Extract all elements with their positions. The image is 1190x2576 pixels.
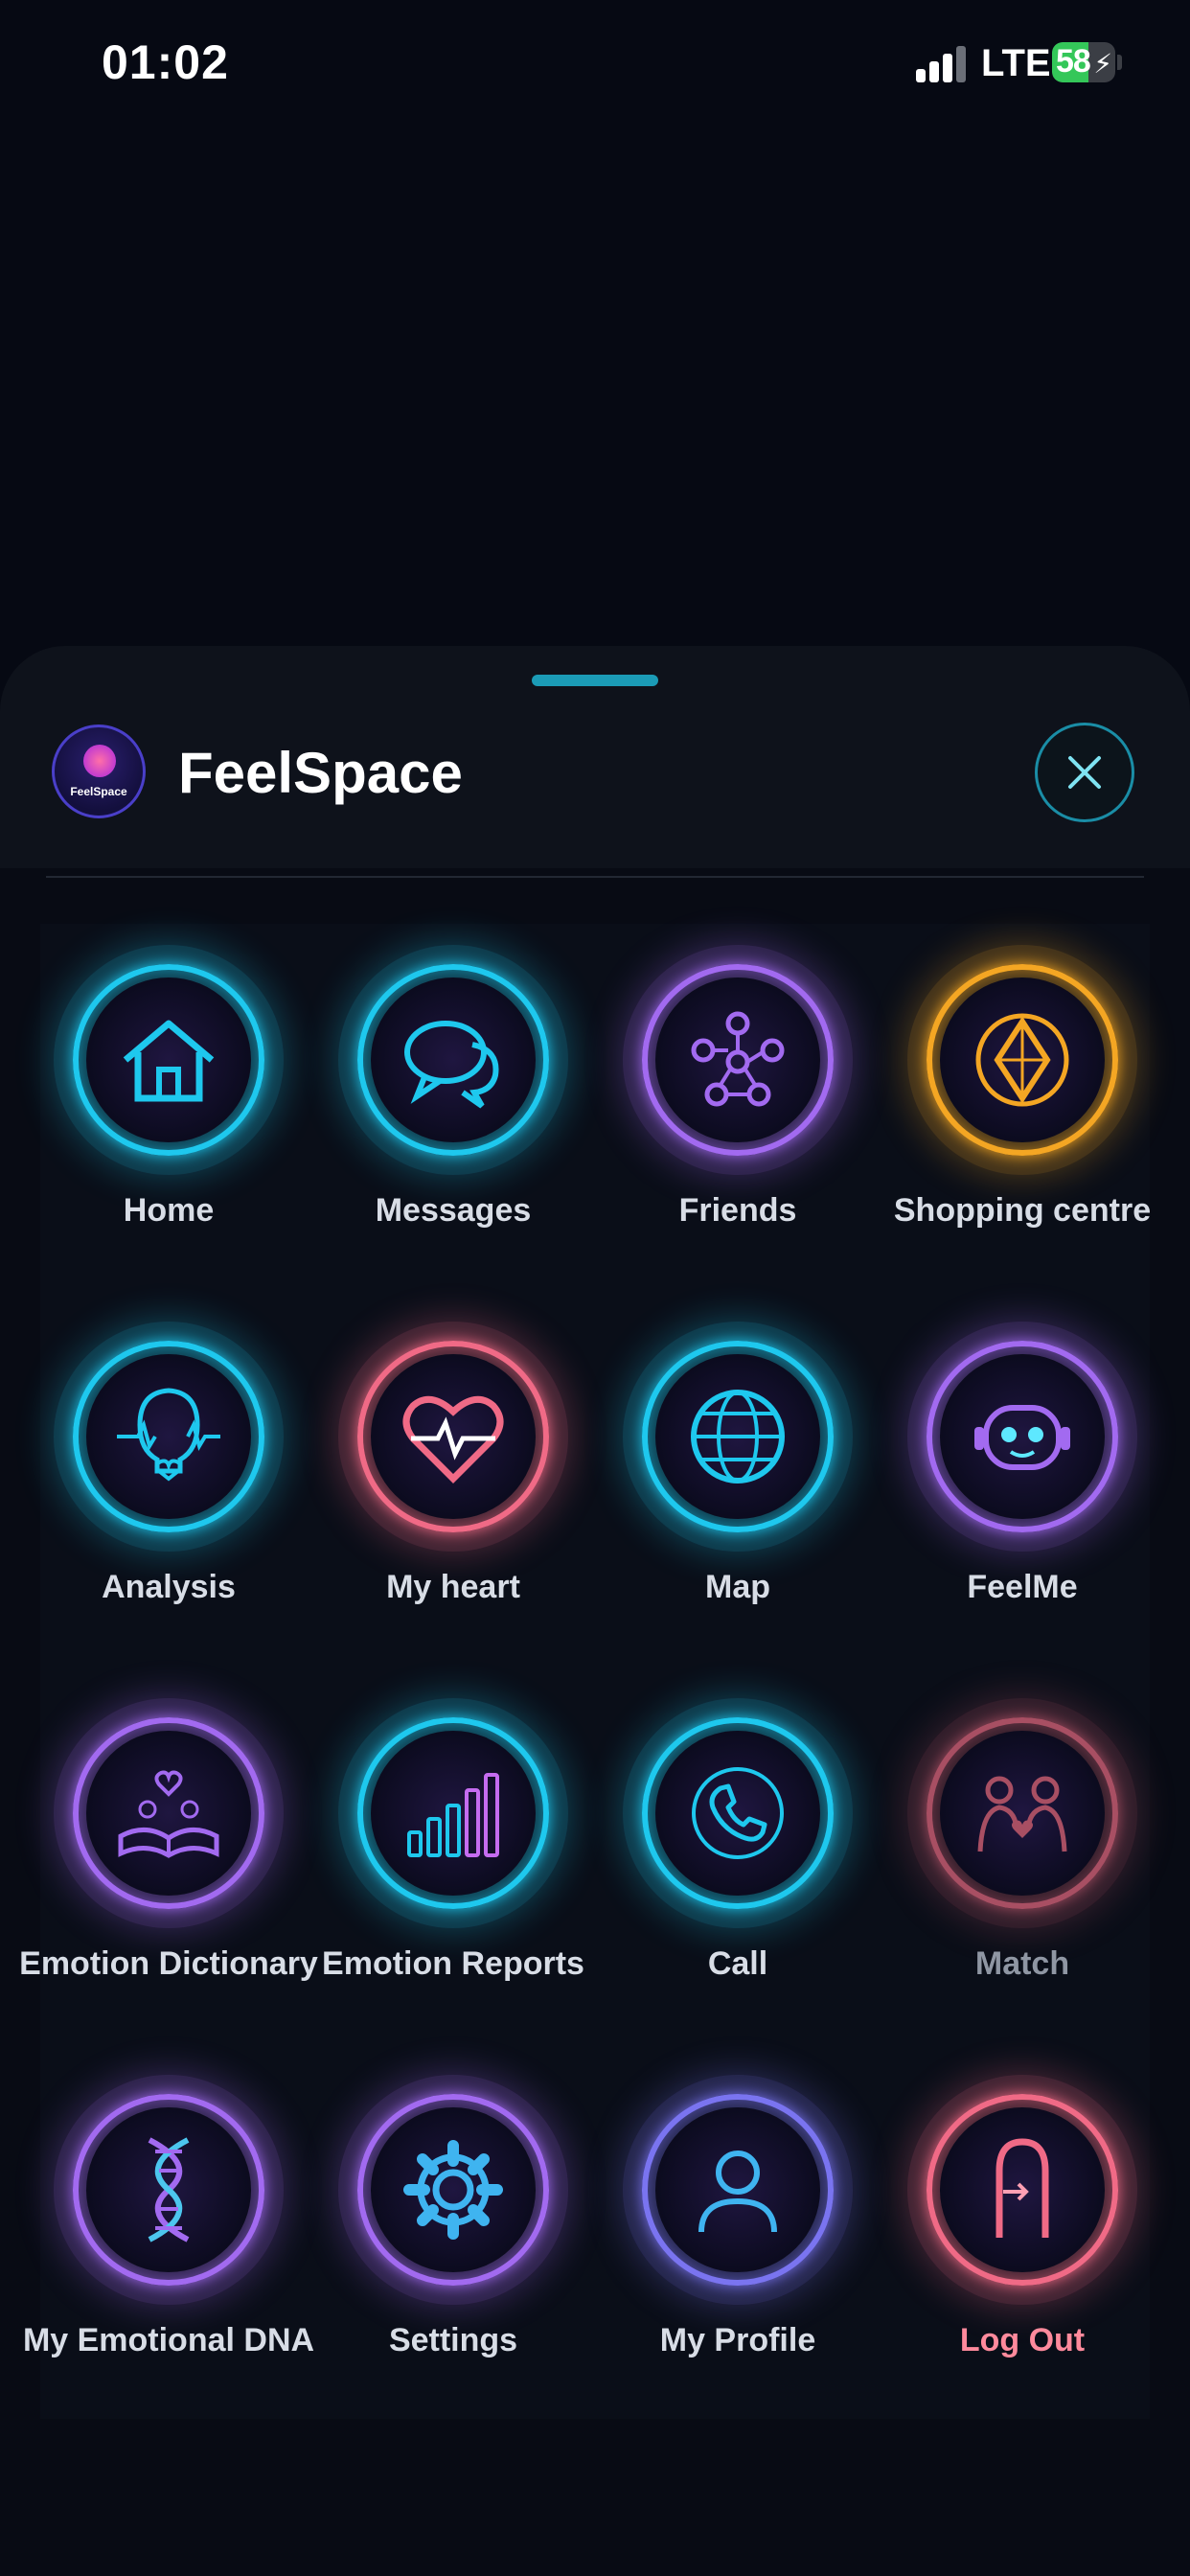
bar-chart-icon: [407, 1773, 499, 1857]
head-profile-icon: [117, 1388, 220, 1482]
status-bar: 01:02 LTE 58 ⚡: [0, 0, 1190, 134]
menu-item-ring: [623, 1698, 853, 1928]
globe-icon: [691, 1390, 785, 1484]
menu-item-ring: [338, 945, 568, 1175]
charging-bolt-icon: ⚡: [1093, 49, 1112, 79]
menu-item-ring: [54, 945, 284, 1175]
menu-item-label: Emotion Reports: [322, 1945, 584, 1982]
heartbeat-icon: [402, 1395, 504, 1484]
menu-item-map[interactable]: Map: [623, 1322, 853, 1686]
menu-item-shopping-centre[interactable]: Shopping centre: [894, 945, 1151, 1309]
menu-item-ring: [907, 1322, 1137, 1552]
sheet-grabber[interactable]: [532, 675, 658, 686]
battery-level: 58: [1056, 43, 1091, 80]
menu-item-ring: [907, 945, 1137, 1175]
phone-icon: [692, 1767, 784, 1859]
app-logo: FeelSpace: [52, 724, 146, 818]
status-time: 01:02: [102, 35, 229, 89]
menu-item-label: My Emotional DNA: [22, 2322, 315, 2358]
menu-item-call[interactable]: Call: [623, 1698, 853, 2062]
chat-bubbles-icon: [404, 1021, 499, 1109]
menu-item-ring: [907, 1698, 1137, 1928]
menu-item-label: Settings: [388, 2322, 518, 2358]
menu-item-ring: [338, 1698, 568, 1928]
dna-icon: [148, 2137, 190, 2242]
menu-item-emotion-dictionary[interactable]: Emotion Dictionary: [19, 1698, 318, 2062]
menu-item-label: Analysis: [102, 1569, 236, 1605]
menu-item-label: Emotion Dictionary: [19, 1945, 318, 1982]
battery-cap: [1117, 55, 1122, 70]
menu-item-ring: [623, 945, 853, 1175]
menu-item-ring: [54, 1322, 284, 1552]
screen: 01:02 LTE 58 ⚡ FeelSpace FeelSpace Home …: [0, 0, 1190, 2576]
menu-item-match[interactable]: Match: [907, 1698, 1137, 2062]
close-button[interactable]: [1035, 723, 1134, 822]
logo-text: FeelSpace: [70, 785, 127, 798]
menu-item-ring: [338, 2075, 568, 2305]
menu-item-messages[interactable]: Messages: [338, 945, 568, 1309]
menu-item-friends[interactable]: Friends: [623, 945, 853, 1309]
menu-item-label: Map: [705, 1569, 770, 1605]
menu-item-ring: [623, 1322, 853, 1552]
menu-item-label: Messages: [375, 1192, 532, 1229]
menu-item-my-profile[interactable]: My Profile: [623, 2075, 853, 2439]
user-icon: [698, 2150, 777, 2233]
menu-item-label: Shopping centre: [893, 1192, 1152, 1229]
menu-item-label: Log Out: [959, 2322, 1086, 2358]
menu-sheet: FeelSpace FeelSpace Home Messages Friends S…: [0, 646, 1190, 2576]
menu-item-my-heart[interactable]: My heart: [338, 1322, 568, 1686]
menu-item-ring: [54, 2075, 284, 2305]
menu-item-label: FeelMe: [967, 1569, 1078, 1605]
gear-icon: [403, 2140, 503, 2240]
sheet-header: FeelSpace FeelSpace: [0, 646, 1190, 868]
menu-item-label: Home: [123, 1192, 215, 1229]
menu-item-label: Match: [974, 1945, 1070, 1982]
open-book-icon: [118, 1770, 219, 1858]
menu-item-label: My Profile: [659, 2322, 816, 2358]
couple-heart-icon: [977, 1776, 1067, 1852]
app-title: FeelSpace: [178, 741, 463, 805]
menu-item-settings[interactable]: Settings: [338, 2075, 568, 2439]
menu-item-ring: [907, 2075, 1137, 2305]
battery-icon: 58 ⚡: [1052, 42, 1115, 82]
signal-icon: [916, 46, 970, 82]
menu-item-feelme[interactable]: FeelMe: [907, 1322, 1137, 1686]
header-divider: [46, 876, 1144, 878]
menu-item-label: Friends: [678, 1192, 797, 1229]
home-icon: [123, 1020, 215, 1102]
menu-item-log-out[interactable]: Log Out: [907, 2075, 1137, 2439]
menu-item-my-emotional-dna[interactable]: My Emotional DNA: [23, 2075, 314, 2439]
menu-grid: Home Messages Friends Shopping centre Analys…: [19, 924, 1151, 2419]
menu-item-ring: [338, 1322, 568, 1552]
close-icon: [1068, 756, 1101, 789]
menu-item-emotion-reports[interactable]: Emotion Reports: [322, 1698, 584, 2062]
robot-face-icon: [974, 1405, 1070, 1470]
menu-item-label: My heart: [386, 1569, 520, 1605]
logo-face-icon: [83, 745, 116, 777]
menu-item-ring: [623, 2075, 853, 2305]
menu-item-analysis[interactable]: Analysis: [54, 1322, 284, 1686]
network-people-icon: [691, 1011, 785, 1107]
menu-item-ring: [54, 1698, 284, 1928]
diamond-emblem-icon: [975, 1013, 1069, 1107]
menu-item-label: Call: [707, 1945, 768, 1982]
door-exit-icon: [995, 2138, 1049, 2238]
network-type: LTE: [981, 42, 1051, 84]
menu-item-home[interactable]: Home: [54, 945, 284, 1309]
